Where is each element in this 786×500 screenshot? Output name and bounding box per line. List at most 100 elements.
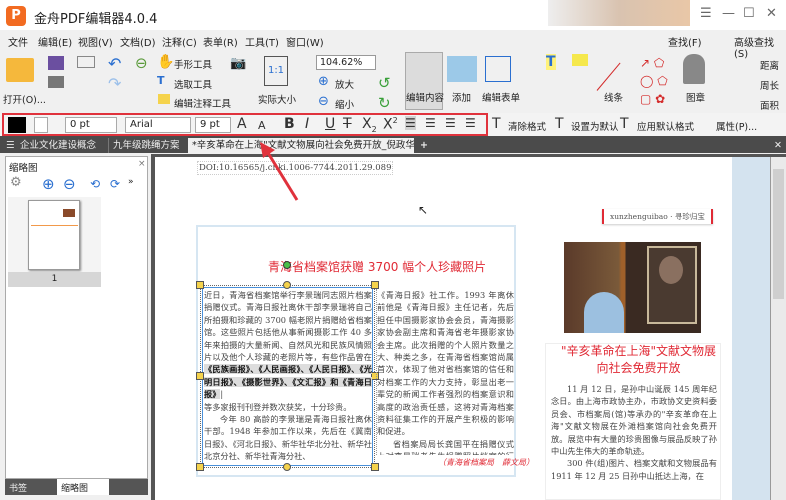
add-image-icon [447, 56, 477, 82]
column-3-text[interactable]: 11 月 12 日，是孙中山诞辰 145 周年纪念日。由上海市政协主办，市政协文… [551, 383, 717, 500]
thumb-zoom-in-icon[interactable]: ⊕ [42, 175, 55, 193]
selected-text: 《民族画报》、《人民画报》、《人民日报》、《光明日报》、《摄影世界》、《文汇报》… [204, 364, 372, 400]
email-icon[interactable] [77, 56, 95, 68]
article-headline[interactable]: 青海省档案馆获赠 3700 幅个人珍藏照片 [268, 258, 486, 275]
menu-annotate[interactable]: 注释(C) [162, 34, 197, 49]
paragraph: 11 月 12 日，是孙中山诞辰 145 周年纪念日。由上海市政协主办，市政协文… [551, 384, 717, 457]
resize-handle[interactable] [196, 281, 204, 289]
rotate-cw-icon[interactable]: ⟳ [110, 177, 120, 191]
new-tab-button[interactable]: + [416, 138, 428, 153]
distance-button[interactable]: 距离 [760, 58, 779, 72]
clear-format-icon: T [492, 116, 501, 132]
select-tool[interactable]: 选取工具 [174, 77, 212, 91]
stamp-button[interactable]: 图章 [686, 90, 705, 104]
maximize-button[interactable]: ☐ [743, 6, 755, 21]
panel-title: 缩略图 [9, 163, 38, 174]
hand-tool[interactable]: 手形工具 [174, 57, 212, 71]
add-button[interactable]: 添加 [452, 90, 471, 104]
close-button[interactable]: ✕ [766, 6, 777, 21]
paragraph: 等多家报刊刊登并数次获奖，十分珍贵。 [204, 401, 352, 412]
zoom-in-button[interactable]: 放大 [335, 77, 354, 91]
hand-icon: ✋ [157, 54, 175, 70]
tab-doc-2[interactable]: 九年级跳绳方案 [108, 138, 188, 153]
resize-handle[interactable] [283, 281, 291, 289]
thumb-zoom-out-icon[interactable]: ⊖ [63, 175, 76, 193]
ribbon: 打开(O)... ↶ ↷ ⊖ ✋ 手形工具 T 选取工具 编辑注释工具 📷 1:… [0, 50, 786, 112]
paragraph: 今年 80 高龄的李景瑞是青海日报社离休干部。1948 年参加工作以来，先后在《… [204, 414, 372, 462]
vertical-scrollbar[interactable] [770, 157, 786, 500]
area-button[interactable]: 面积 [760, 98, 779, 112]
shapes-icon[interactable]: ↗ ⬠ ◯ ⬠ ▢ ✿ [640, 54, 668, 108]
rotate-left-icon[interactable]: ↺ [378, 74, 391, 92]
save-icon[interactable] [48, 56, 64, 70]
rotate-ccw-icon[interactable]: ⟲ [90, 177, 100, 191]
menu-window[interactable]: 窗口(W) [286, 34, 324, 49]
undo-icon[interactable]: ↶ [108, 54, 121, 73]
apply-default-icon: T [620, 116, 629, 132]
column-1-text[interactable]: 近日，青海省档案馆举行李景瑞同志照片档案捐赠仪式。青海日报社离休干部李景瑞将自己… [204, 289, 372, 465]
zoom-out-button[interactable]: 缩小 [335, 97, 354, 111]
edit-form-button[interactable]: 编辑表单 [482, 90, 520, 104]
resize-handle[interactable] [371, 463, 379, 471]
text-highlight-icon[interactable]: T [546, 54, 556, 70]
stamp-icon [683, 54, 705, 84]
paragraph: 近日，青海省档案馆举行李景瑞同志照片档案捐赠仪式。青海日报社离休干部李景瑞将自己… [204, 290, 372, 363]
find-button[interactable]: 查找(F) [668, 34, 702, 49]
article-headline-2[interactable]: "辛亥革命在上海"文献文物展向社会免费开放 [556, 343, 721, 377]
zoom-select[interactable]: 104.62% [316, 55, 376, 70]
rotate-right-icon[interactable]: ↻ [378, 94, 391, 112]
comment-icon[interactable] [572, 54, 588, 66]
thumbnail-panel: 缩略图 × ⚙ ⊕ ⊖ ⟲ ⟳ » 1 [5, 156, 148, 479]
resize-handle[interactable] [196, 372, 204, 380]
settings-icon[interactable]: ⚙ [10, 175, 22, 190]
tabs-menu-icon[interactable]: ☰ [2, 138, 15, 153]
panel-close-icon[interactable]: × [138, 159, 146, 169]
menu-view[interactable]: 视图(V) [78, 34, 113, 49]
more-icon[interactable]: » [128, 177, 134, 187]
blurred-area [548, 0, 690, 26]
tab-bookmarks[interactable]: 书签 [9, 481, 27, 494]
properties-button[interactable]: 属性(P)... [716, 119, 757, 133]
paragraph: 300 件(组)图片、档案文献和文物展品有 1911 年 12 月 25 日孙中… [551, 458, 717, 481]
article-credit: （青海省档案局 薛文局） [438, 458, 534, 467]
menu-file[interactable]: 文件 [8, 34, 28, 49]
perimeter-button[interactable]: 周长 [760, 78, 779, 92]
minimize-button[interactable]: — [722, 6, 735, 21]
camera-icon[interactable]: 📷 [230, 56, 246, 71]
rotate-handle[interactable] [283, 261, 291, 269]
menu-icon[interactable]: ☰ [700, 6, 712, 21]
resize-handle[interactable] [371, 281, 379, 289]
edit-form-icon [485, 56, 511, 82]
edit-content-label: 编辑内容 [406, 93, 445, 104]
close-tab-icon[interactable]: ✕ [770, 138, 782, 153]
print-icon[interactable] [48, 76, 64, 88]
apply-default-button[interactable]: 应用默认格式 [637, 119, 694, 133]
line-button[interactable]: 线条 [604, 90, 623, 104]
folder-icon[interactable] [6, 58, 34, 82]
page-thumbnail[interactable]: 1 [8, 197, 101, 287]
tab-doc-1[interactable]: 企业文化建设概念 [16, 138, 108, 153]
menu-form[interactable]: 表单(R) [203, 34, 238, 49]
paragraph: 省档案局局长龚国平在捐赠仪式上对李景瑞老先生捐赠照片档案的行为给予了高度评价，并… [377, 438, 514, 455]
back-icon[interactable]: ⊖ [135, 54, 148, 72]
menu-bar: 文件 编辑(E) 视图(V) 文档(D) 注释(C) 表单(R) 工具(T) 窗… [0, 32, 786, 60]
clear-format-button[interactable]: 清除格式 [508, 119, 546, 133]
line-icon[interactable] [596, 62, 621, 91]
set-default-icon: T [555, 116, 564, 132]
menu-tools[interactable]: 工具(T) [245, 34, 279, 49]
app-logo: P [6, 6, 26, 26]
resize-handle[interactable] [196, 463, 204, 471]
paragraph: 《青海日报》社工作。1993 年离休前他是《青海日报》主任记者，先后担任中国摄影… [377, 290, 514, 437]
column-2-text[interactable]: 《青海日报》社工作。1993 年离休前他是《青海日报》主任记者，先后担任中国摄影… [376, 289, 514, 455]
tab-thumbnails[interactable]: 缩略图 [57, 479, 109, 495]
set-default-button[interactable]: 设置为默认 [571, 119, 619, 133]
actual-size-button[interactable]: 实际大小 [258, 92, 296, 106]
menu-document[interactable]: 文档(D) [120, 34, 156, 49]
edit-annot-tool[interactable]: 编辑注释工具 [174, 96, 231, 110]
redo-icon[interactable]: ↷ [108, 74, 121, 93]
highlight-box [2, 113, 488, 136]
article-photo[interactable] [564, 242, 701, 333]
zoom-in-icon: ⊕ [318, 74, 329, 89]
menu-edit[interactable]: 编辑(E) [38, 34, 72, 49]
open-button[interactable]: 打开(O)... [3, 92, 46, 106]
